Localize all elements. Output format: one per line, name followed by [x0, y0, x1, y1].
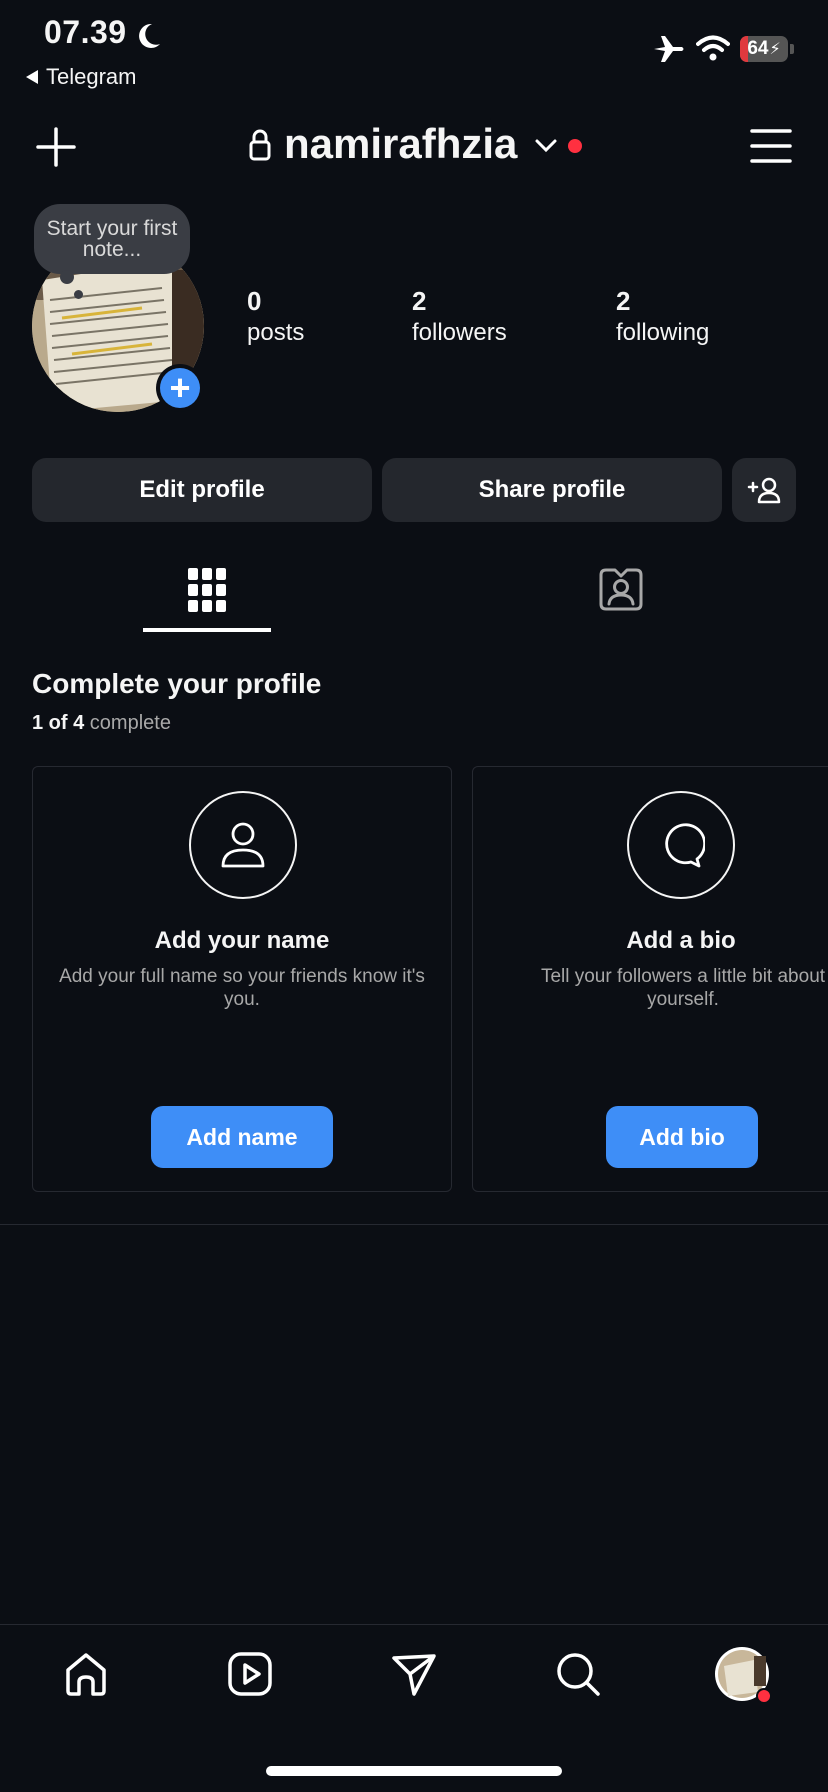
nav-profile[interactable] [714, 1646, 770, 1702]
complete-profile-title: Complete your profile [32, 668, 322, 699]
status-time: 07.39 [44, 14, 127, 50]
followers-count: 2 [412, 286, 427, 316]
create-plus-icon[interactable] [36, 127, 76, 167]
person-icon [221, 822, 265, 868]
active-tab-indicator [143, 628, 271, 632]
stat-following[interactable]: 2 following [616, 284, 709, 348]
posts-label: posts [247, 319, 305, 346]
menu-icon[interactable] [750, 128, 792, 164]
chevron-down-icon[interactable] [534, 138, 558, 154]
add-bio-button[interactable]: Add bio [606, 1106, 758, 1168]
grid-icon[interactable] [188, 568, 226, 612]
nav-messages[interactable] [386, 1646, 442, 1702]
progress-count: 1 of 4 [32, 712, 85, 734]
followers-label: followers [412, 319, 507, 346]
plus-icon: + [160, 368, 200, 408]
complete-profile-progress: 1 of 4 complete [32, 712, 171, 735]
wifi-icon [696, 35, 730, 61]
home-icon [66, 1653, 106, 1696]
nav-home[interactable] [58, 1646, 114, 1702]
stat-posts[interactable]: 0 posts [247, 284, 304, 348]
home-indicator[interactable] [266, 1766, 562, 1776]
add-person-icon [747, 477, 781, 504]
add-bio-description: Tell your followers a little bit about y… [540, 966, 826, 1010]
send-icon [392, 1654, 436, 1696]
following-count: 2 [616, 286, 631, 316]
chat-icon-circle [627, 791, 735, 899]
profile-avatar-icon [715, 1647, 770, 1702]
content-divider [0, 1224, 828, 1225]
nav-reels[interactable] [222, 1646, 278, 1702]
edit-profile-button[interactable]: Edit profile [32, 458, 372, 522]
add-name-card: Add your name Add your full name so your… [32, 766, 452, 1192]
posts-count: 0 [247, 286, 262, 316]
back-to-telegram[interactable]: Telegram [26, 64, 136, 90]
tagged-icon[interactable] [598, 566, 644, 612]
person-icon-circle [189, 791, 297, 899]
back-app-label: Telegram [46, 64, 137, 89]
airplane-icon [654, 36, 684, 62]
lock-icon [249, 129, 271, 161]
discover-people-button[interactable] [732, 458, 796, 522]
nav-search[interactable] [550, 1646, 606, 1702]
stat-followers[interactable]: 2 followers [412, 284, 507, 348]
following-label: following [616, 319, 710, 346]
back-arrow-icon [26, 70, 38, 84]
progress-suffix: complete [84, 712, 171, 734]
add-name-description: Add your full name so your friends know … [59, 966, 425, 1010]
battery-level: 64 [747, 38, 769, 59]
nav-divider [0, 1624, 828, 1625]
add-bio-title: Add a bio [626, 927, 736, 954]
charging-bolt-icon: ⚡ [769, 41, 781, 58]
notification-dot [568, 139, 582, 153]
search-icon [557, 1653, 600, 1696]
add-bio-card: Add a bio Tell your followers a little b… [472, 766, 828, 1192]
share-profile-button[interactable]: Share profile [382, 458, 722, 522]
battery-indicator: 64 ⚡ [740, 36, 788, 62]
note-bubble[interactable]: Start your first note... [34, 204, 190, 274]
add-name-button[interactable]: Add name [151, 1106, 333, 1168]
add-name-title: Add your name [154, 927, 330, 954]
add-story-button[interactable]: + [156, 364, 204, 412]
moon-icon [139, 23, 160, 48]
chat-bubble-icon [665, 823, 705, 868]
account-username[interactable]: namirafhzia [284, 120, 517, 168]
reels-icon [228, 1652, 272, 1696]
